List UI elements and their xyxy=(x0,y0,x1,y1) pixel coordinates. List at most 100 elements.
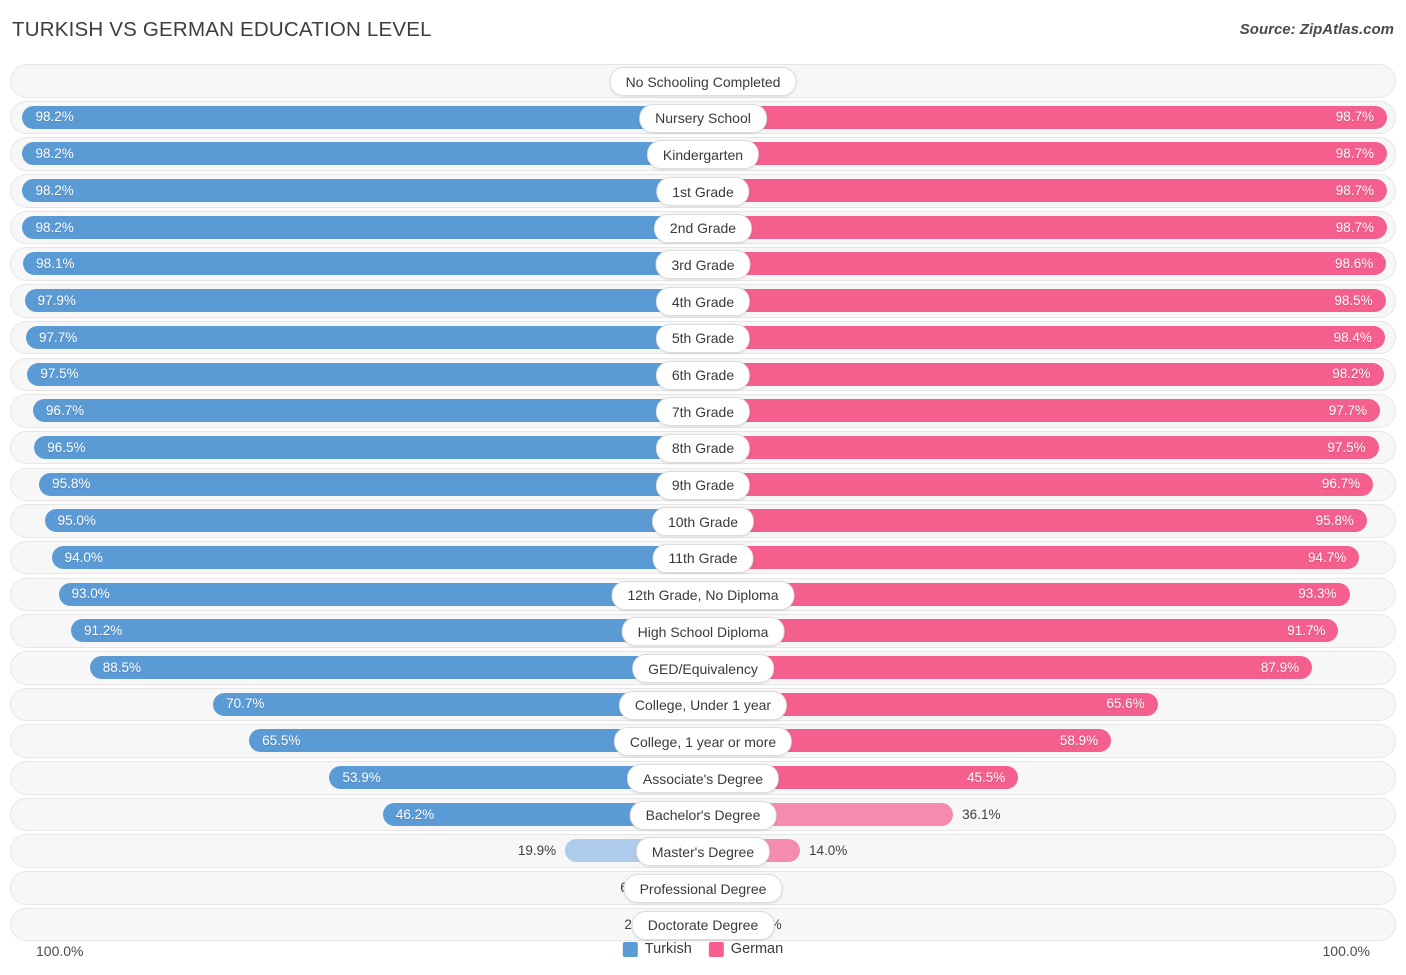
german-bar: 98.7% xyxy=(703,179,1387,203)
turkish-half: 98.2% xyxy=(10,101,703,135)
chart-row: 97.7% 98.4% 5th Grade xyxy=(10,320,1396,355)
german-half: 1.4% xyxy=(703,64,1396,98)
german-value: 97.7% xyxy=(1328,402,1368,418)
category-label: High School Diploma xyxy=(621,617,785,647)
turkish-half: 98.2% xyxy=(10,137,703,171)
german-bar: 94.7% xyxy=(703,545,1360,569)
category-label: 12th Grade, No Diploma xyxy=(611,580,795,610)
category-label: 2nd Grade xyxy=(653,213,753,243)
chart-row: 96.5% 97.5% 8th Grade xyxy=(10,430,1396,465)
legend-item[interactable]: German xyxy=(708,941,784,957)
turkish-value: 98.2% xyxy=(35,146,74,162)
category-label: College, Under 1 year xyxy=(618,690,788,720)
category-label: 9th Grade xyxy=(655,470,751,500)
german-half: 91.7% xyxy=(703,614,1396,648)
turkish-value: 98.1% xyxy=(36,256,75,272)
turkish-value: 96.5% xyxy=(47,439,86,455)
german-half: 65.6% xyxy=(703,688,1396,722)
category-label: 6th Grade xyxy=(655,360,751,390)
german-half: 98.5% xyxy=(703,284,1396,318)
chart-row: 19.9% 14.0% Master's Degree xyxy=(10,834,1396,868)
german-half: 97.5% xyxy=(703,431,1396,465)
legend-swatch-icon xyxy=(622,941,638,957)
legend-swatch-icon xyxy=(708,941,724,957)
turkish-half: 94.0% xyxy=(10,541,703,575)
chart-row: 97.9% 98.5% 4th Grade xyxy=(10,284,1396,318)
turkish-bar: 95.0% xyxy=(44,509,703,533)
chart-row: 91.2% 91.7% High School Diploma xyxy=(10,614,1396,648)
turkish-bar: 96.5% xyxy=(34,435,703,459)
turkish-half: 97.9% xyxy=(10,284,703,318)
german-value: 93.3% xyxy=(1298,586,1337,602)
turkish-half: 95.0% xyxy=(10,504,703,538)
turkish-bar: 98.2% xyxy=(22,105,703,129)
turkish-bar: 98.2% xyxy=(22,142,703,166)
turkish-bar: 93.0% xyxy=(58,582,703,606)
turkish-half: 88.5% xyxy=(10,651,703,685)
german-bar: 98.6% xyxy=(703,252,1387,276)
chart-row: 96.7% 97.7% 7th Grade xyxy=(10,394,1396,428)
german-value: 45.5% xyxy=(967,769,1006,785)
turkish-half: 97.7% xyxy=(10,321,703,355)
turkish-half: 46.2% xyxy=(10,798,703,832)
turkish-half: 53.9% xyxy=(10,761,703,795)
german-half: 95.8% xyxy=(703,504,1396,538)
german-value: 91.7% xyxy=(1287,623,1326,639)
german-half: 98.7% xyxy=(703,211,1396,245)
turkish-value: 98.2% xyxy=(35,182,74,198)
chart-row: 98.2% 98.7% 2nd Grade xyxy=(10,210,1396,245)
german-value: 98.7% xyxy=(1335,219,1374,235)
german-half: 96.7% xyxy=(703,468,1396,502)
turkish-value: 95.0% xyxy=(57,513,96,528)
turkish-value: 97.5% xyxy=(40,366,79,382)
german-value: 58.9% xyxy=(1059,733,1099,749)
source-attribution: Source: ZipAtlas.com xyxy=(1239,21,1394,38)
axis-label-right: 100.0% xyxy=(1322,943,1370,959)
turkish-bar: 98.1% xyxy=(23,252,703,276)
category-label: 7th Grade xyxy=(655,397,751,427)
german-half: 4.1% xyxy=(703,871,1396,905)
chart-row: 94.0% 94.7% 11th Grade xyxy=(10,540,1396,575)
turkish-value: 97.7% xyxy=(38,329,78,345)
german-half: 98.4% xyxy=(703,321,1396,355)
legend-item[interactable]: Turkish xyxy=(622,941,692,957)
category-label: College, 1 year or more xyxy=(613,727,793,757)
chart-row: 98.2% 98.7% Kindergarten xyxy=(10,137,1396,171)
german-half: 93.3% xyxy=(703,578,1396,612)
turkish-bar: 98.2% xyxy=(22,215,703,239)
legend-label: German xyxy=(730,941,784,957)
category-label: Nursery School xyxy=(639,103,767,133)
turkish-value: 94.0% xyxy=(64,549,103,565)
german-bar: 97.5% xyxy=(703,435,1379,459)
turkish-half: 97.5% xyxy=(10,358,703,392)
german-half: 58.9% xyxy=(703,724,1396,758)
turkish-bar: 88.5% xyxy=(89,656,703,679)
turkish-half: 65.5% xyxy=(10,724,703,758)
turkish-bar: 97.9% xyxy=(24,289,703,313)
german-bar: 98.7% xyxy=(703,215,1387,239)
category-label: Doctorate Degree xyxy=(631,910,775,940)
german-half: 14.0% xyxy=(703,834,1396,868)
diverging-bar-chart: 1.8%1.4%No Schooling Completed98.2%98.7%… xyxy=(10,64,1396,942)
chart-row: 95.0% 95.8% 10th Grade xyxy=(10,504,1396,538)
german-value: 98.5% xyxy=(1334,292,1373,308)
chart-page: TURKISH VS GERMAN EDUCATION LEVEL Source… xyxy=(0,0,1406,975)
chart-row: 98.2% 98.7% 1st Grade xyxy=(10,174,1396,208)
turkish-half: 98.1% xyxy=(10,247,703,281)
german-half: 98.7% xyxy=(703,137,1396,171)
turkish-half: 95.8% xyxy=(10,468,703,502)
category-label: Associate's Degree xyxy=(626,764,780,794)
turkish-value: 19.9% xyxy=(517,843,557,859)
chart-footer: 100.0% Turkish German 100.0% xyxy=(0,941,1406,965)
turkish-bar: 98.2% xyxy=(22,179,703,203)
turkish-half: 93.0% xyxy=(10,578,703,612)
turkish-half: 98.2% xyxy=(10,174,703,208)
chart-legend: Turkish German xyxy=(622,941,784,957)
german-value: 65.6% xyxy=(1106,696,1145,712)
turkish-half: 96.5% xyxy=(10,431,703,465)
turkish-half: 1.8% xyxy=(10,64,703,98)
turkish-value: 65.5% xyxy=(262,733,301,749)
german-bar: 98.7% xyxy=(703,142,1387,166)
chart-row: 46.2% 36.1% Bachelor's Degree xyxy=(10,797,1396,832)
category-label: Master's Degree xyxy=(635,837,771,867)
